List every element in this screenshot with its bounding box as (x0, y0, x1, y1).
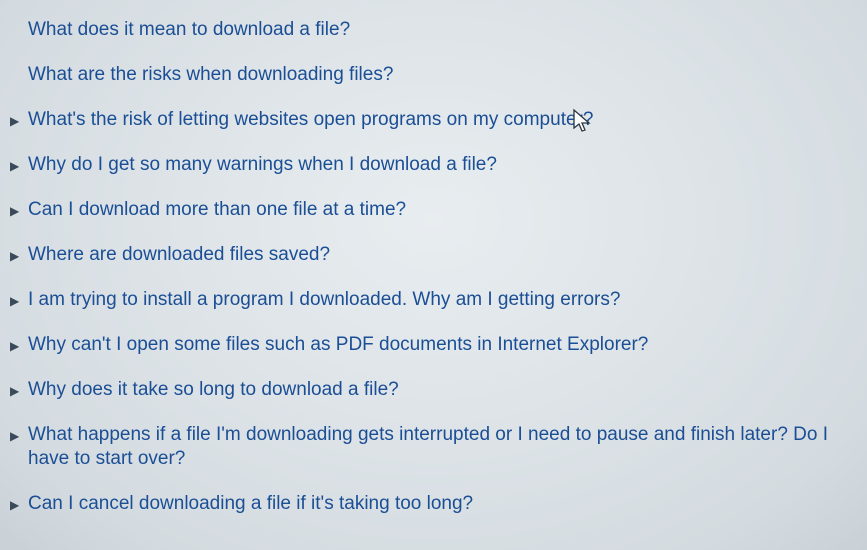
expand-arrow-icon: ▶ (10, 493, 28, 517)
help-topic-item[interactable]: ▶ What are the risks when downloading fi… (10, 63, 859, 87)
help-topic-question: What does it mean to download a file? (28, 18, 859, 42)
help-topic-question: Where are downloaded files saved? (28, 243, 859, 267)
help-topic-item[interactable]: ▶ What happens if a file I'm downloading… (10, 423, 859, 471)
help-topic-item[interactable]: ▶ Why do I get so many warnings when I d… (10, 153, 859, 177)
help-topic-list: ▶ What does it mean to download a file? … (0, 0, 867, 516)
help-topic-question: What are the risks when downloading file… (28, 63, 859, 87)
expand-arrow-icon: ▶ (10, 334, 28, 358)
help-topic-question: Can I cancel downloading a file if it's … (28, 492, 859, 516)
help-topic-question: Why does it take so long to download a f… (28, 378, 859, 402)
help-topic-item[interactable]: ▶ Why does it take so long to download a… (10, 378, 859, 402)
expand-arrow-icon: ▶ (10, 379, 28, 403)
expand-arrow-icon: ▶ (10, 154, 28, 178)
expand-arrow-icon: ▶ (10, 289, 28, 313)
expand-arrow-icon: ▶ (10, 424, 28, 448)
expand-arrow-icon: ▶ (10, 199, 28, 223)
expand-arrow-icon: ▶ (10, 244, 28, 268)
help-topic-question: Why do I get so many warnings when I dow… (28, 153, 859, 177)
help-topic-item[interactable]: ▶ Why can't I open some files such as PD… (10, 333, 859, 357)
help-topic-item[interactable]: ▶ What's the risk of letting websites op… (10, 108, 859, 132)
help-topic-item[interactable]: ▶ Can I cancel downloading a file if it'… (10, 492, 859, 516)
help-topic-item[interactable]: ▶ Where are downloaded files saved? (10, 243, 859, 267)
help-topic-item[interactable]: ▶ Can I download more than one file at a… (10, 198, 859, 222)
help-topic-item[interactable]: ▶ I am trying to install a program I dow… (10, 288, 859, 312)
help-topic-question: Why can't I open some files such as PDF … (28, 333, 859, 357)
expand-arrow-icon: ▶ (10, 109, 28, 133)
help-topic-item[interactable]: ▶ What does it mean to download a file? (10, 18, 859, 42)
help-topic-question: What's the risk of letting websites open… (28, 108, 859, 132)
help-topic-question: I am trying to install a program I downl… (28, 288, 859, 312)
help-topic-question: Can I download more than one file at a t… (28, 198, 859, 222)
help-topic-question: What happens if a file I'm downloading g… (28, 423, 859, 471)
